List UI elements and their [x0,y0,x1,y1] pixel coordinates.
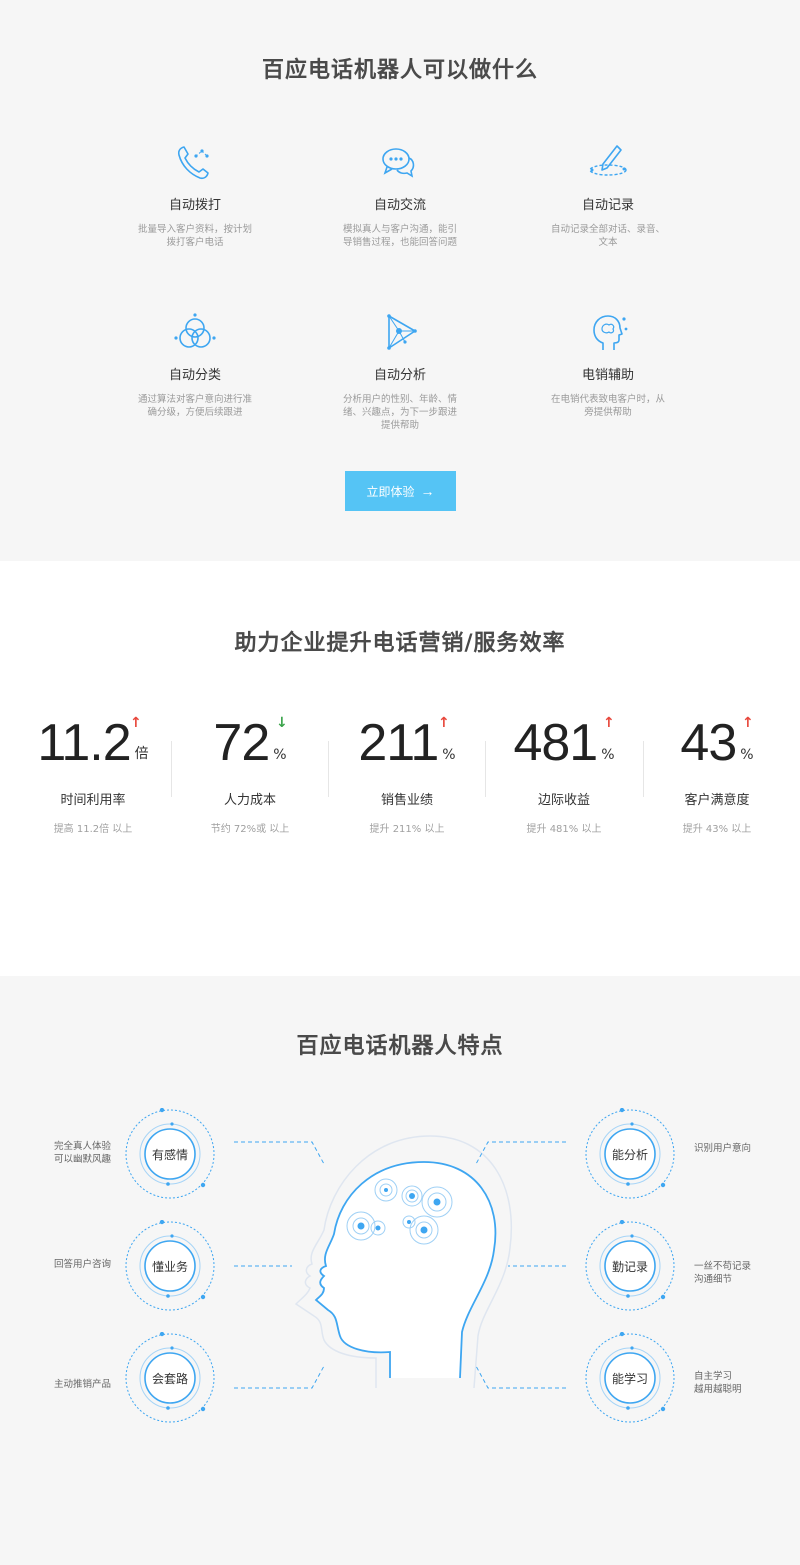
efficiency-section: 助力企业提升电话营销/服务效率 11.2 倍 ↑ 时间利用率 提高 11.2倍 … [0,561,800,976]
trait-desc: 识别用户意向 [694,1143,752,1154]
feature-name: 自动交流 [373,198,426,213]
feature-sales-assist: 电销辅助 在电销代表致电客户时，从旁提供帮助 [528,312,688,419]
phone-dial-icon [177,146,209,180]
trait-name: 能学习 [611,1371,648,1386]
feature-name: 自动分类 [168,368,221,383]
stat-unit: 倍 [134,746,149,762]
trait-name: 能分析 [611,1147,648,1162]
trait-emotional: 有感情 [124,1108,216,1200]
traits-section: 百应电话机器人特点 有感情 完全真人体验 可以幽默风趣 懂业务 回答用户咨询 会… [0,976,800,1565]
trend-down-icon: ↓ [276,715,288,731]
trait-desc: 自主学习 越用越聪明 [694,1371,742,1395]
stat-label: 销售业绩 [380,793,433,808]
divider [171,741,172,797]
stat-sub: 提升 43% 以上 [682,824,752,835]
network-triangle-icon [387,314,417,350]
stat-label: 人力成本 [223,793,276,808]
trait-name: 勤记录 [611,1259,648,1274]
stat-customer-satisfaction: 43 % ↑ 客户满意度 提升 43% 以上 [642,711,792,835]
stat-value: 72 [213,714,270,772]
trend-up-icon: ↑ [130,715,142,731]
trait-name: 有感情 [151,1147,188,1162]
feature-name: 电销辅助 [581,368,634,383]
feature-name: 自动拨打 [168,198,221,213]
stat-unit: % [740,747,754,763]
stat-value: 11.2 [37,714,131,772]
stat-value: 481 [513,714,598,772]
trait-name: 会套路 [151,1371,188,1386]
features-section: 百应电话机器人可以做什么 自动拨打 批量导入客户资料，按计划拨打客户电话 自动交… [0,0,800,561]
trend-up-icon: ↑ [742,715,754,731]
stat-sub: 提升 211% 以上 [369,824,445,835]
arrow-right-icon: → [420,483,435,499]
trait-desc: 一丝不苟记录 沟通细节 [694,1261,752,1285]
stat-value: 43 [680,714,737,772]
stat-sub: 提升 481% 以上 [526,824,602,835]
feature-auto-analyze: 自动分析 分析用户的性别、年龄、情绪、兴趣点，为下一步跟进提供帮助 [320,312,480,432]
stat-value: 211 [358,714,439,772]
stat-unit: % [273,747,287,763]
stat-label: 客户满意度 [684,793,750,808]
stat-marginal-revenue: 481 % ↑ 边际收益 提升 481% 以上 [489,711,639,835]
stat-sales-performance: 211 % ↑ 销售业绩 提升 211% 以上 [332,711,482,835]
trend-up-icon: ↑ [438,715,450,731]
feature-desc: 在电销代表致电客户时，从旁提供帮助 [550,394,665,418]
feature-auto-record: 自动记录 自动记录全部对话、录音、文本 [528,142,688,249]
stat-time-utilization: 11.2 倍 ↑ 时间利用率 提高 11.2倍 以上 [18,711,168,835]
feature-name: 自动记录 [581,198,634,213]
stat-label: 时间利用率 [60,793,126,808]
trait-desc: 主动推销产品 [54,1379,112,1390]
stat-unit: % [601,747,615,763]
stat-labor-cost: 72 % ↓ 人力成本 节约 72%或 以上 [175,711,325,835]
try-now-label: 立即体验 [366,484,415,499]
feature-auto-classify: 自动分类 通过算法对客户意向进行准确分级，方便后续跟进 [115,312,275,419]
trait-business-savvy: 懂业务 [124,1220,216,1312]
feature-auto-chat: 自动交流 模拟真人与客户沟通，能引导销售过程，也能回答问题 [320,142,480,249]
trait-analytical: 能分析 [584,1108,676,1200]
features-title: 百应电话机器人可以做什么 [261,58,538,83]
head-brain-icon [593,315,628,350]
venn-circles-icon [174,313,216,348]
feature-desc: 批量导入客户资料，按计划拨打客户电话 [137,224,252,248]
trait-desc: 完全真人体验 可以幽默风趣 [54,1141,112,1165]
try-now-button[interactable]: 立即体验 → [345,471,456,511]
chat-bubbles-icon [382,148,415,178]
feature-desc: 通过算法对客户意向进行准确分级，方便后续跟进 [137,394,252,418]
stat-sub: 节约 72%或 以上 [210,824,290,835]
efficiency-title: 助力企业提升电话营销/服务效率 [234,631,566,656]
trait-sales-tactics: 会套路 [124,1332,216,1424]
feature-name: 自动分析 [373,368,426,383]
feature-desc: 分析用户的性别、年龄、情绪、兴趣点，为下一步跟进提供帮助 [342,394,457,431]
stat-label: 边际收益 [537,793,590,808]
stat-unit: % [442,747,456,763]
feature-auto-dial: 自动拨打 批量导入客户资料，按计划拨打客户电话 [115,142,275,249]
trait-diligent-recording: 勤记录 [584,1220,676,1312]
divider [328,741,329,797]
pen-record-icon [589,145,627,176]
feature-desc: 模拟真人与客户沟通，能引导销售过程，也能回答问题 [342,224,457,248]
feature-desc: 自动记录全部对话、录音、文本 [550,224,665,248]
divider [485,741,486,797]
trait-desc: 回答用户咨询 [54,1259,112,1270]
trend-up-icon: ↑ [603,715,615,731]
trait-name: 懂业务 [151,1259,188,1274]
stat-sub: 提高 11.2倍 以上 [53,824,133,835]
trait-learning: 能学习 [584,1332,676,1424]
